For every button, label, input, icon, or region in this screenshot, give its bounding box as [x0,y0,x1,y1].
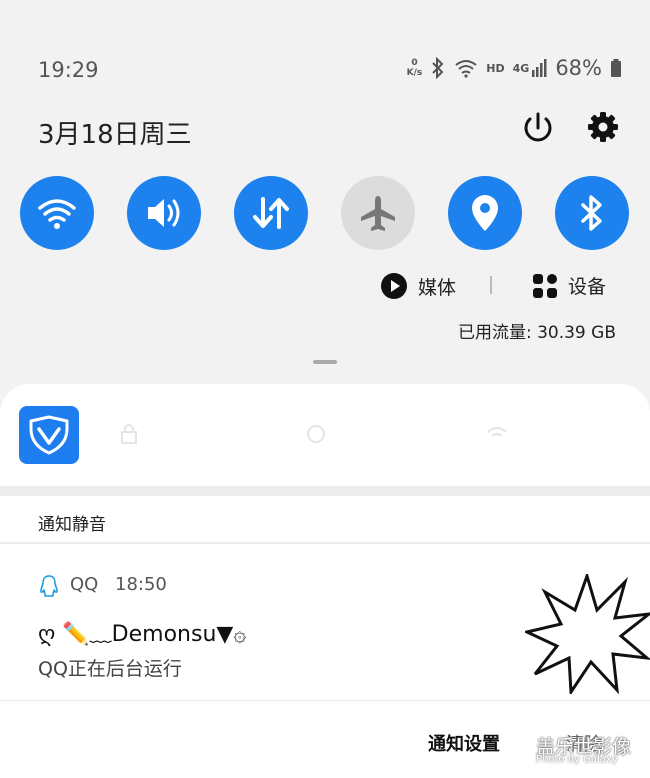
media-label: 媒体 [418,276,457,299]
drag-handle[interactable] [313,360,337,364]
signal-icon [532,59,547,77]
wifi-icon [38,199,76,229]
power-button[interactable] [520,110,556,146]
check-circle-icon [307,425,325,443]
notification-app-name: QQ [70,574,99,595]
date-label: 3月18日周三 [38,120,192,150]
data-arrows-icon [253,197,289,229]
qq-icon [40,575,58,597]
airplane-toggle[interactable] [341,176,415,250]
starburst-sticker [525,574,650,694]
devices-grid-icon [533,273,557,298]
location-toggle[interactable] [448,176,522,250]
airplane-icon [361,196,395,231]
sound-toggle[interactable] [127,176,201,250]
volume-icon [148,199,180,227]
device-button[interactable]: 设备 [532,272,606,299]
battery-icon [611,59,621,77]
shield-icon [29,415,69,455]
battery-percent: 68% [555,56,602,80]
status-icons: 0 K/s HD 4G 68% [407,56,622,80]
silent-notifications-header: 通知静音 [38,515,106,535]
watermark-sub: Photo by Galaxy [536,754,618,765]
footer-divider [0,700,650,701]
device-label: 设备 [568,276,607,298]
section-divider [0,542,650,544]
notification-settings-button[interactable]: 通知设置 [428,730,500,756]
location-icon [472,195,498,231]
lock-icon [121,424,137,444]
section-separator [0,486,650,496]
data-usage-label: 已用流量: 30.39 GB [457,323,616,343]
settings-button[interactable] [586,110,620,144]
wifi-icon [455,60,477,78]
net-speed: 0 K/s [406,58,423,78]
media-button[interactable]: 媒体 [380,272,456,300]
status-time: 19:29 [38,58,99,82]
bluetooth-icon [581,195,602,231]
network-label: 4G [512,61,530,75]
hd-label: HD [486,61,505,75]
notification-title[interactable]: ღ ✏️﹏Demonsu▼۞ [38,616,246,648]
play-icon [381,273,407,299]
divider [490,276,492,294]
bluetooth-icon [432,57,444,79]
wifi-toggle[interactable] [20,176,94,250]
wifi-icon [487,427,507,437]
notification-time: 18:50 [115,574,167,595]
bluetooth-toggle[interactable] [555,176,629,250]
security-app-icon[interactable] [19,406,79,464]
notification-body[interactable]: QQ正在后台运行 [38,654,182,681]
power-icon [524,112,552,142]
gear-icon [588,112,618,142]
mobile-data-toggle[interactable] [234,176,308,250]
